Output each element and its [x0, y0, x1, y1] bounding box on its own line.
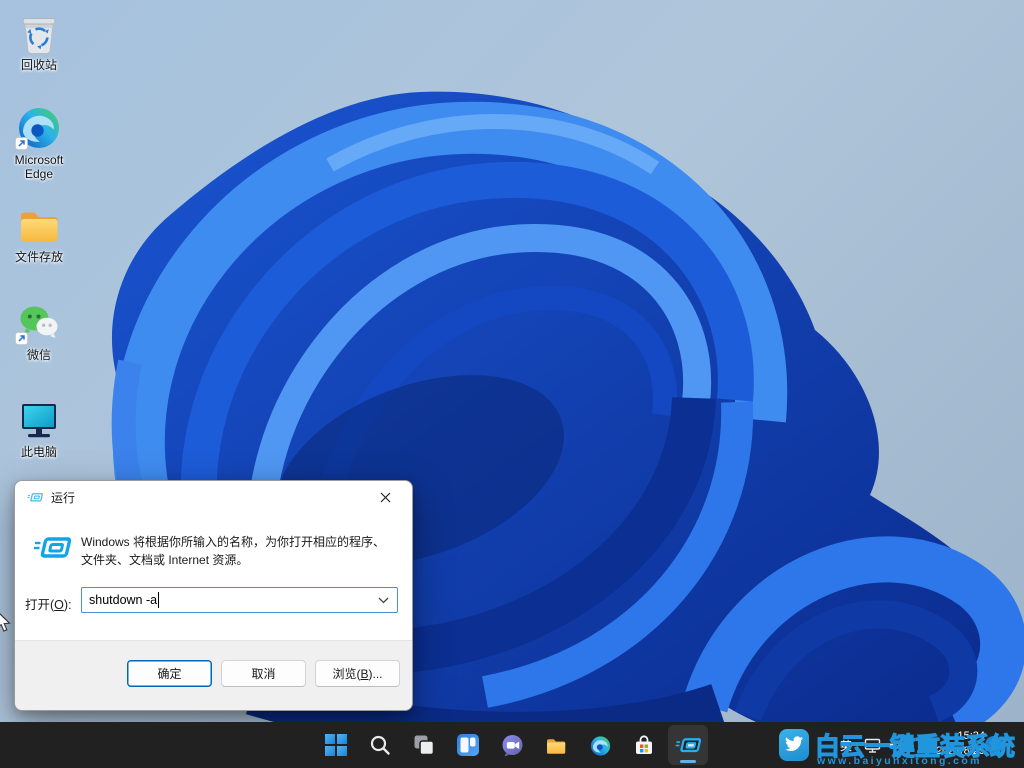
run-command-value: shutdown -a [89, 593, 157, 607]
active-app-indicator [680, 760, 696, 763]
widgets-button[interactable] [448, 725, 488, 765]
recycle-bin-icon [15, 8, 63, 56]
edge-button[interactable] [580, 725, 620, 765]
display-tray-icon[interactable] [864, 737, 881, 754]
desktop-icon-microsoft-edge[interactable]: Microsoft Edge [0, 103, 78, 181]
chat-icon [501, 734, 524, 757]
file-explorer-icon [544, 733, 568, 757]
run-dialog-title: 运行 [51, 489, 75, 506]
search-button[interactable] [360, 725, 400, 765]
notification-count-badge[interactable]: 2 [985, 736, 1003, 754]
volume-tray-icon[interactable] [887, 737, 904, 754]
store-button[interactable] [624, 725, 664, 765]
edge-icon [15, 103, 63, 151]
browse-button[interactable]: 浏览(B)... [315, 660, 400, 687]
store-icon [633, 734, 655, 756]
desktop-icon-label: 文件存放 [15, 250, 63, 264]
windows-logo-icon [325, 734, 347, 756]
folder-icon [15, 200, 63, 248]
run-window-icon [27, 490, 43, 505]
ok-button[interactable]: 确定 [127, 660, 212, 687]
edge-icon [589, 734, 612, 757]
desktop-icon-label: 微信 [27, 348, 51, 362]
desktop-icon-wechat[interactable]: 微信 [0, 298, 78, 362]
start-button[interactable] [316, 725, 356, 765]
run-window-icon [675, 733, 701, 758]
desktop-icon-recycle-bin[interactable]: 回收站 [0, 8, 78, 72]
desktop-icon-this-pc[interactable]: 此电脑 [0, 395, 78, 459]
run-command-input[interactable]: shutdown -a [81, 587, 398, 613]
desktop-icon-label: 此电脑 [21, 445, 57, 459]
desktop-icon-file-storage[interactable]: 文件存放 [0, 200, 78, 264]
run-app-button[interactable] [668, 725, 708, 765]
run-dialog: 运行 Windows 将根据你所输入的名称，为你打开相应的程序、 文件夹、文档或… [14, 480, 413, 711]
run-dialog-description: Windows 将根据你所输入的名称，为你打开相应的程序、 文件夹、文档或 In… [81, 533, 385, 569]
taskbar: 英 15:34 2021/8/25 2 [0, 722, 1024, 768]
file-explorer-button[interactable] [536, 725, 576, 765]
taskbar-icon-row [316, 725, 708, 765]
run-dialog-icon [33, 530, 71, 566]
desktop-icon-label: Microsoft Edge [3, 153, 75, 181]
cancel-button[interactable]: 取消 [221, 660, 306, 687]
shortcut-arrow-icon [15, 332, 28, 345]
search-icon [369, 734, 391, 756]
tray-date: 2021/8/25 [915, 744, 985, 759]
wechat-icon [15, 298, 63, 346]
monitor-icon [15, 395, 63, 443]
tray-clock[interactable]: 15:34 2021/8/25 [915, 729, 985, 759]
close-icon[interactable] [370, 485, 400, 509]
task-view-button[interactable] [404, 725, 444, 765]
desktop-icon-label: 回收站 [21, 58, 57, 72]
widgets-icon [457, 734, 479, 756]
run-dialog-titlebar[interactable]: 运行 [15, 481, 412, 513]
task-view-icon [413, 734, 435, 756]
tray-time: 15:34 [915, 729, 985, 744]
text-caret [158, 592, 159, 608]
chat-button[interactable] [492, 725, 532, 765]
ime-indicator[interactable]: 英 [840, 737, 852, 754]
open-field-label: 打开(O): [25, 594, 72, 613]
chevron-down-icon[interactable] [378, 597, 389, 604]
shortcut-arrow-icon [15, 137, 28, 150]
mouse-cursor [0, 610, 12, 634]
